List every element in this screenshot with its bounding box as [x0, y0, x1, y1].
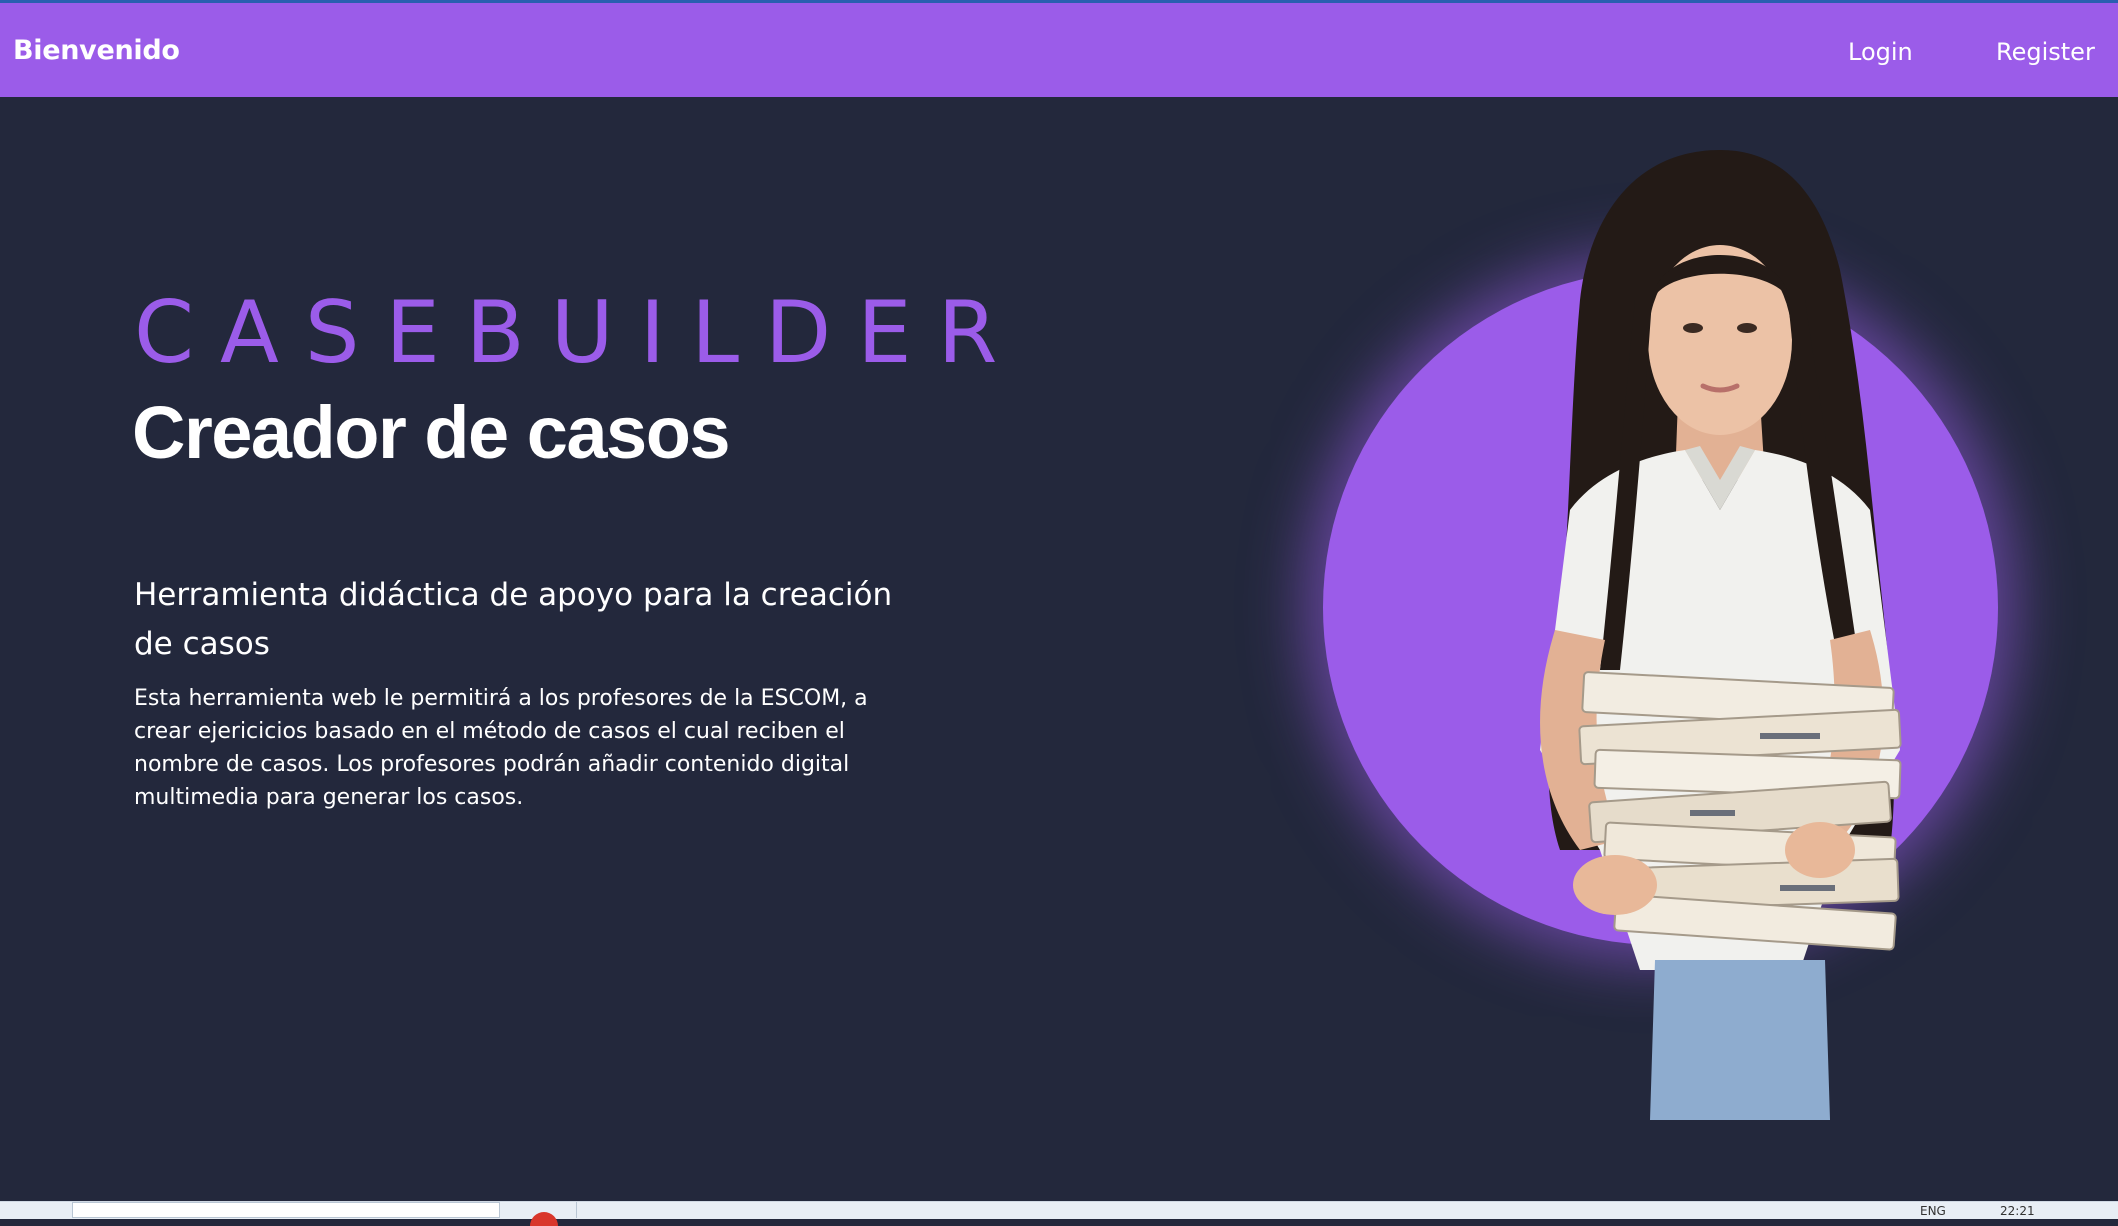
hero-description: Esta herramienta web le permitirá a los …	[134, 686, 868, 810]
taskbar-clock[interactable]: 22:21	[2000, 1204, 2035, 1218]
taskbar-language-indicator[interactable]: ENG	[1920, 1204, 1946, 1218]
taskbar-search-box[interactable]	[72, 1202, 500, 1218]
hero-title: Creador de casos	[132, 391, 731, 474]
hero-subtitle: Herramienta didáctica de apoyo para la c…	[134, 577, 893, 662]
hero-student-photo	[1540, 150, 1902, 1120]
taskbar-divider	[576, 1202, 577, 1218]
hero-eyebrow: CASEBUILDER	[134, 283, 1024, 383]
nav-register-link[interactable]: Register	[1996, 38, 2095, 66]
nav-login-link[interactable]: Login	[1848, 38, 1913, 66]
navbar: Bienvenido Login Register	[0, 3, 2118, 97]
brand-link[interactable]: Bienvenido	[13, 35, 180, 66]
